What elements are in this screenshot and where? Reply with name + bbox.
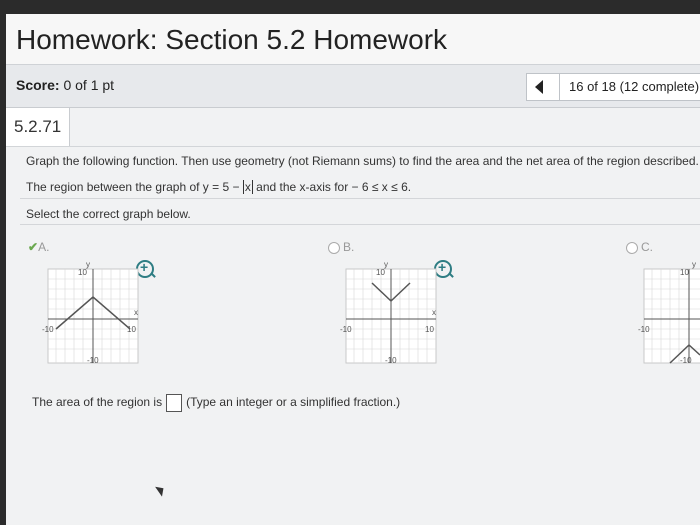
answer-hint: (Type an integer or a simplified fractio… bbox=[186, 395, 401, 410]
graph-c[interactable]: y 10 -10 -10 bbox=[638, 259, 700, 369]
score: Score: 0 of 1 pt bbox=[16, 77, 114, 93]
question-region: The region between the graph of y = 5 − … bbox=[26, 180, 411, 194]
radio-button[interactable] bbox=[328, 241, 340, 254]
previous-question-icon[interactable] bbox=[535, 80, 543, 94]
absolute-value: x bbox=[242, 180, 253, 194]
region-suffix: and the x-axis for − 6 ≤ x ≤ 6. bbox=[252, 180, 412, 194]
tick-label: 10 bbox=[127, 325, 136, 334]
question-instruction: Graph the following function. Then use g… bbox=[26, 154, 699, 168]
tick-label: 10 bbox=[425, 325, 434, 334]
divider bbox=[20, 198, 700, 199]
tick-label: -10 bbox=[42, 325, 54, 334]
tick-label: -10 bbox=[638, 325, 650, 334]
tick-label: -10 bbox=[680, 356, 692, 365]
option-b[interactable]: B. bbox=[328, 240, 354, 254]
option-c-label: C. bbox=[641, 240, 653, 254]
question-pager: 16 of 18 (12 complete) bbox=[526, 73, 700, 101]
score-value: 0 of 1 pt bbox=[63, 77, 115, 93]
score-label: Score: bbox=[16, 77, 60, 93]
divider bbox=[20, 224, 700, 225]
title-bar: Homework: Section 5.2 Homework bbox=[6, 14, 700, 65]
option-a[interactable]: ✔A. bbox=[28, 240, 49, 254]
option-a-label: A. bbox=[38, 240, 50, 254]
tick-label: 10 bbox=[376, 268, 385, 277]
answer-input[interactable] bbox=[166, 394, 183, 412]
graph-b[interactable]: y 10 -10 10 x -10 bbox=[340, 259, 444, 369]
page-title: Homework: Section 5.2 Homework bbox=[16, 24, 448, 55]
tick-label: -10 bbox=[340, 325, 352, 334]
mouse-cursor-icon bbox=[155, 483, 167, 497]
region-prefix: The region between the graph of y = 5 − bbox=[26, 180, 243, 194]
select-prompt: Select the correct graph below. bbox=[26, 207, 191, 221]
answer-line: The area of the region is (Type an intege… bbox=[32, 394, 400, 412]
answer-label: The area of the region is bbox=[32, 395, 163, 410]
question-number-row: 5.2.71 bbox=[6, 108, 700, 147]
tick-label: -10 bbox=[87, 356, 99, 365]
radio-button[interactable] bbox=[626, 241, 638, 254]
tick-label: 10 bbox=[680, 268, 689, 277]
pager-status[interactable]: 16 of 18 (12 complete) bbox=[569, 79, 699, 94]
pager-divider bbox=[559, 74, 560, 100]
score-bar: Score: 0 of 1 pt 16 of 18 (12 complete) bbox=[6, 65, 700, 108]
x-label: x bbox=[134, 308, 138, 317]
tick-label: 10 bbox=[78, 268, 87, 277]
graph-a[interactable]: y 10 -10 10 x -10 bbox=[42, 259, 146, 369]
option-b-label: B. bbox=[343, 240, 355, 254]
checkmark-icon: ✔ bbox=[28, 240, 39, 254]
question-number: 5.2.71 bbox=[6, 108, 70, 146]
option-c[interactable]: C. bbox=[626, 240, 653, 254]
x-label: x bbox=[432, 308, 436, 317]
y-label: y bbox=[692, 260, 696, 269]
browser-viewport: Homework: Section 5.2 Homework Score: 0 … bbox=[6, 14, 700, 525]
tick-label: -10 bbox=[385, 356, 397, 365]
